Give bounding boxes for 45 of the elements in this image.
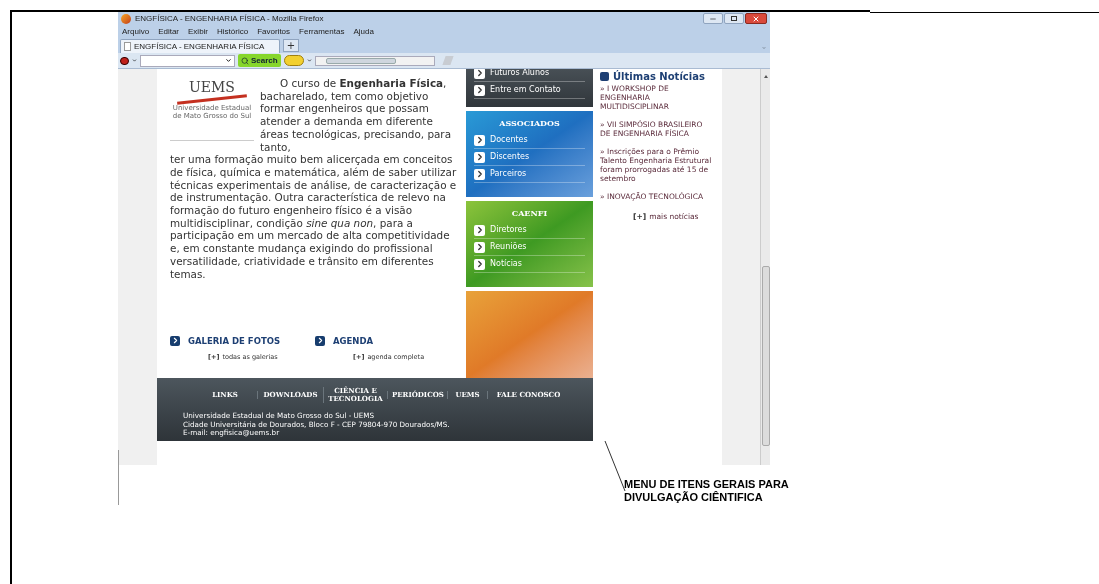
chevron-icon[interactable] — [762, 46, 766, 49]
new-tab-button[interactable]: + — [283, 39, 299, 52]
chevron-icon — [474, 168, 485, 180]
window-title: ENGFÍSICA - ENGENHARIA FÍSICA - Mozilla Firefox — [135, 12, 324, 25]
menu-item[interactable]: Ajuda — [353, 25, 374, 38]
section-link[interactable]: AGENDA — [333, 334, 374, 348]
menu-link[interactable]: Parceiros — [490, 168, 527, 180]
chevron-icon — [474, 69, 485, 79]
browser-tab[interactable]: ENGFÍSICA - ENGENHARIA FÍSICA — [120, 39, 280, 53]
news-heading: Últimas Notícias — [613, 69, 705, 84]
leader-line — [604, 440, 626, 492]
restore-icon[interactable] — [724, 13, 744, 24]
menu-link[interactable]: Futuros Alunos — [490, 69, 550, 79]
chevron-icon — [474, 258, 485, 270]
chevron-icon — [474, 224, 485, 236]
chevron-icon — [315, 335, 325, 346]
intro-paragraph: ter uma formação muito bem alicerçada em conceitos de física, química e matemática, além de saber utilizar técnicas experimentais de análise, de caracterização e de instrumentação. Outra característica de relevo na formação do futuro engenheiro físico é a visão multidisciplinar, condição sine qua non, para a participação em um mercado de alta competitividade e, em constante mudança exigindo do profissional versatilidade, criatividade e trânsito em diferentes temas. — [170, 153, 458, 281]
menu-link[interactable]: Docentes — [490, 134, 528, 146]
logo-wordmark: UEMS — [189, 79, 235, 95]
menu-item[interactable]: Arquivo — [122, 25, 150, 38]
panel-title: ASSOCIADOS — [498, 117, 561, 129]
intro-paragraph: O curso de Engenharia Física, bacharelado, tem como objetivo formar engenheiros que possam atender a demanda em diferente áreas tecnológicas, precisando, para tanto, — [260, 77, 452, 154]
vertical-scrollbar[interactable] — [760, 69, 770, 465]
caret-icon[interactable] — [225, 57, 232, 64]
chevron-icon — [474, 241, 485, 253]
section-link[interactable]: GALERIA DE FOTOS — [188, 334, 281, 348]
menu-item[interactable]: Histórico — [217, 25, 249, 38]
page-icon — [124, 42, 131, 51]
menu-link[interactable]: Discentes — [490, 151, 530, 163]
menu-item[interactable]: Ferramentas — [299, 25, 345, 38]
chevron-icon — [474, 151, 485, 163]
menu-item[interactable]: Exibir — [188, 25, 209, 38]
toolbar-scrollbar[interactable] — [314, 55, 435, 66]
chevron-icon — [474, 84, 485, 96]
search-field[interactable] — [140, 54, 235, 67]
panel-title: CAENFI — [510, 207, 549, 219]
close-icon[interactable] — [745, 13, 767, 24]
chevron-icon — [474, 134, 485, 146]
annotation-label: MENU DE ITENS GERAIS PARA DIVULGAÇÃO CIÊNTIFICA — [624, 478, 790, 504]
menu-item[interactable]: Favoritos — [257, 25, 291, 38]
search-button[interactable]: Search — [238, 54, 281, 67]
menu-item[interactable]: Editar — [158, 25, 180, 38]
menu-link[interactable]: Entre em Contato — [490, 84, 561, 96]
search-icon — [241, 56, 249, 65]
chevron-icon — [170, 335, 180, 346]
